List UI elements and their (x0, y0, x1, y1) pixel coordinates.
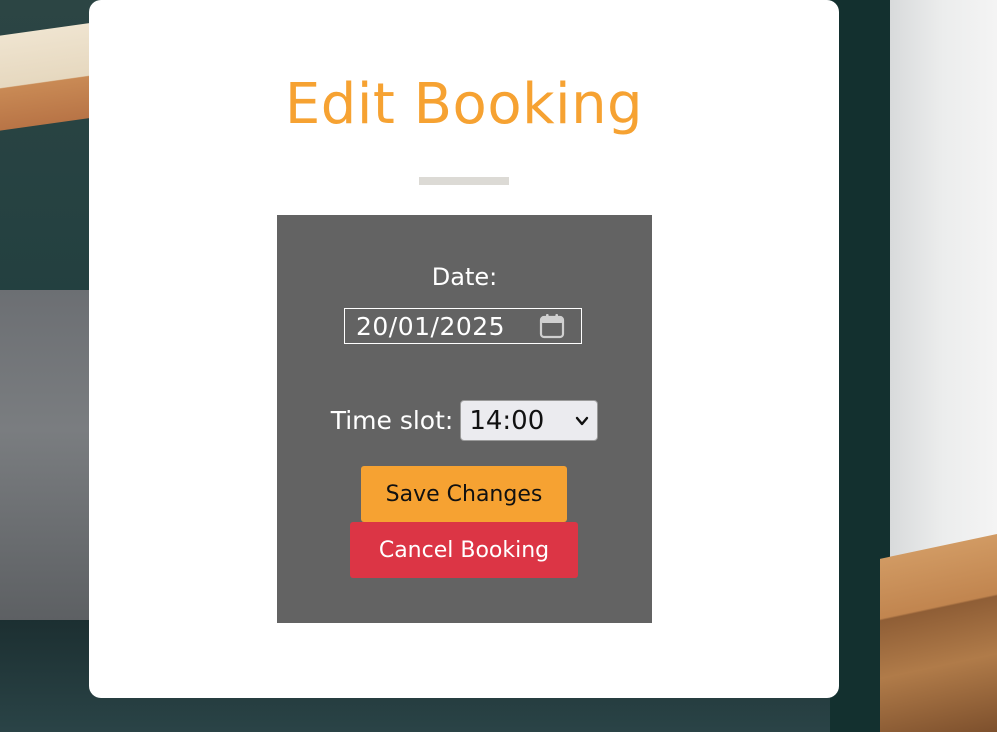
title-divider (419, 177, 509, 185)
time-slot-row: Time slot: 14:00 (277, 400, 652, 441)
edit-booking-card: Edit Booking Date: 20/01/2025 Time slot:… (89, 0, 839, 698)
booking-form: Date: 20/01/2025 Time slot: 14:00 Save C… (277, 215, 652, 623)
background-cushion (0, 290, 95, 640)
chevron-down-icon[interactable] (575, 414, 589, 428)
date-value[interactable]: 20/01/2025 (345, 312, 539, 341)
calendar-icon[interactable] (539, 313, 565, 339)
page-title: Edit Booking (284, 72, 644, 137)
background-crate (880, 531, 997, 732)
time-slot-label: Time slot: (330, 406, 454, 435)
time-slot-value[interactable]: 14:00 (469, 406, 544, 436)
date-field[interactable]: 20/01/2025 (344, 308, 582, 344)
time-slot-select[interactable]: 14:00 (460, 400, 599, 441)
date-label: Date: (431, 263, 498, 291)
cancel-booking-button[interactable]: Cancel Booking (350, 522, 578, 578)
save-changes-button[interactable]: Save Changes (361, 466, 567, 522)
background-shelf (0, 22, 90, 133)
